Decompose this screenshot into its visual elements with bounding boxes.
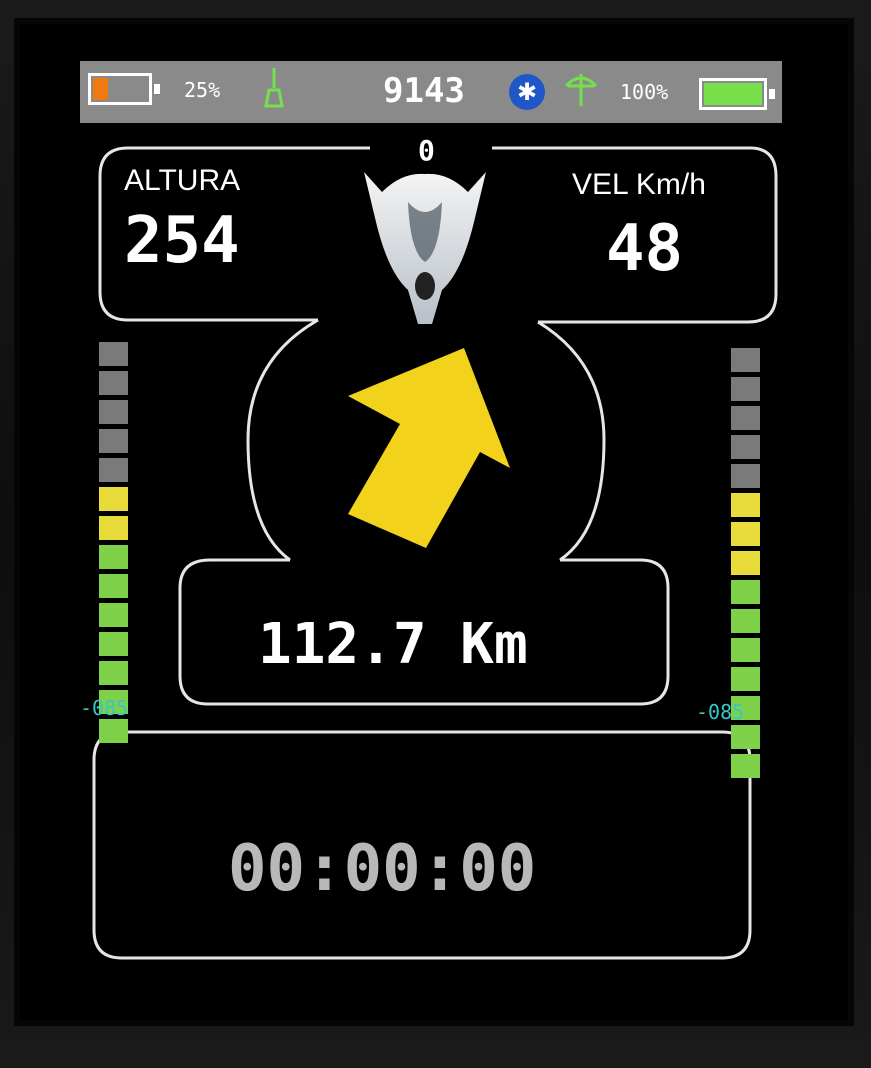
vario-segment [99, 661, 128, 685]
speed-label: VEL Km/h [572, 168, 706, 201]
vario-segment [99, 342, 128, 366]
vario-segment [99, 719, 128, 743]
vario-segment [731, 493, 760, 517]
direction-arrow-icon [348, 348, 510, 548]
vario-segment [731, 406, 760, 430]
altitude-value: 254 [124, 204, 240, 278]
vario-segment [731, 348, 760, 372]
vario-left-label: -085 [80, 696, 129, 720]
vario-segment [99, 487, 128, 511]
vario-bar-left [99, 342, 128, 748]
vario-segment [99, 429, 128, 453]
altitude-label: ALTURA [124, 164, 241, 197]
vario-segment [731, 580, 760, 604]
vario-segment [99, 603, 128, 627]
paraglider-icon [364, 172, 486, 324]
vario-segment [731, 551, 760, 575]
vario-segment [731, 725, 760, 749]
timer-value: 00:00:00 [228, 832, 537, 906]
vario-segment [99, 632, 128, 656]
vario-segment [731, 667, 760, 691]
vario-segment [731, 522, 760, 546]
vario-segment [731, 464, 760, 488]
vario-segment [99, 574, 128, 598]
vario-segment [99, 400, 128, 424]
vario-segment [99, 458, 128, 482]
vario-segment [731, 609, 760, 633]
vario-segment [99, 545, 128, 569]
vario-segment [99, 371, 128, 395]
distance-value: 112.7 Km [258, 612, 528, 677]
vario-segment [731, 754, 760, 778]
vario-right-label: -085 [696, 700, 745, 724]
speed-value: 48 [606, 212, 684, 286]
vario-segment [731, 638, 760, 662]
vario-segment [99, 516, 128, 540]
vario-segment [731, 377, 760, 401]
vario-segment [731, 435, 760, 459]
